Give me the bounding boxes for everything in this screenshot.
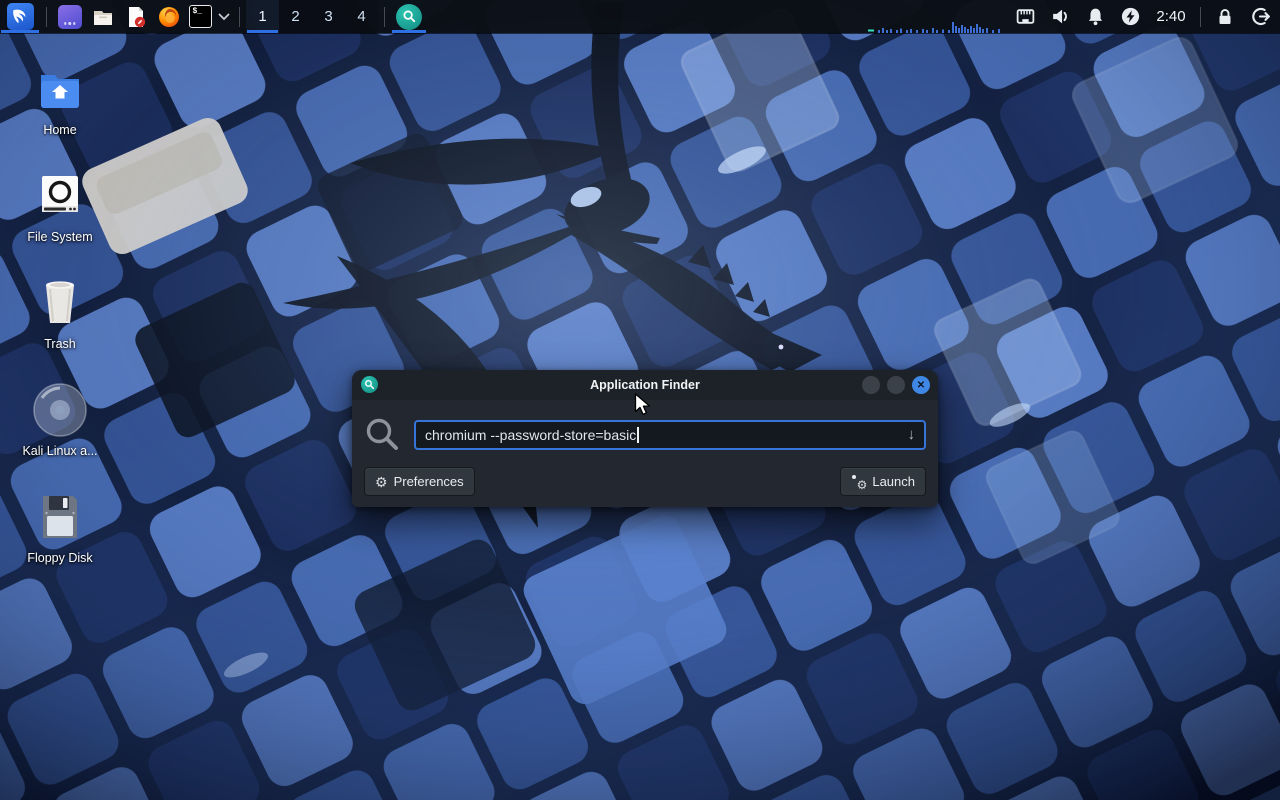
desktop-icon-column: Home File System [14, 56, 106, 591]
desktop-icon-label: Home [43, 123, 76, 137]
command-input-value: chromium --password-store=basic [425, 427, 636, 443]
lock-screen-button[interactable] [1207, 0, 1242, 33]
kali-logo-icon [7, 3, 34, 30]
desktop-icon-home[interactable]: Home [14, 56, 106, 163]
command-input[interactable]: chromium --password-store=basic ↓ [414, 420, 926, 450]
window-button-application-finder[interactable] [391, 0, 427, 33]
chevron-down-icon [218, 13, 230, 21]
notifications-tray-item[interactable] [1078, 0, 1113, 33]
app-window-icon [58, 5, 82, 29]
desktop-icon-label: Trash [44, 337, 76, 351]
desktop-icon-label: File System [27, 230, 92, 244]
firefox-icon [157, 5, 181, 29]
volume-tray-item[interactable] [1043, 0, 1078, 33]
search-icon [364, 416, 401, 453]
panel-separator [239, 7, 240, 27]
workspace-2[interactable]: 2 [279, 0, 312, 33]
launcher-text-editor[interactable] [119, 0, 152, 33]
close-button[interactable]: ✕ [912, 376, 930, 394]
desktop-icon-trash[interactable]: Trash [14, 270, 106, 377]
lock-icon [1215, 7, 1235, 27]
launcher-terminal[interactable]: $_ [185, 0, 215, 33]
desktop-icon-floppy-disk[interactable]: Floppy Disk [14, 484, 106, 591]
close-icon: ✕ [917, 380, 925, 391]
logout-icon [1251, 6, 1272, 27]
optical-disc-icon [32, 382, 88, 438]
volume-icon [1050, 6, 1071, 27]
desktop-icon-label: Kali Linux a... [22, 444, 97, 458]
application-finder-icon [396, 4, 422, 30]
terminal-dropdown-button[interactable] [215, 0, 233, 33]
preferences-button[interactable]: ⚙ Preferences [364, 467, 475, 496]
launch-button-label: Launch [872, 474, 915, 489]
folder-icon [91, 5, 115, 29]
floppy-disk-icon [38, 494, 82, 540]
power-bolt-icon [1120, 6, 1141, 27]
launch-button[interactable]: ⚙ Launch [840, 467, 926, 496]
trash-icon [39, 279, 81, 327]
panel-separator [1200, 7, 1201, 27]
power-manager-tray-item[interactable] [1113, 0, 1148, 33]
minimize-button[interactable] [862, 376, 880, 394]
ethernet-icon [1015, 6, 1036, 27]
gear-icon: ⚙ [375, 475, 388, 489]
launcher-file-manager[interactable] [86, 0, 119, 33]
panel-separator [384, 7, 385, 27]
home-folder-icon [37, 69, 83, 109]
hard-drive-icon [39, 174, 81, 218]
maximize-button[interactable] [887, 376, 905, 394]
workspace-4[interactable]: 4 [345, 0, 378, 33]
workspace-3[interactable]: 3 [312, 0, 345, 33]
text-editor-icon [124, 5, 148, 29]
workspace-1[interactable]: 1 [246, 0, 279, 33]
launcher-firefox[interactable] [152, 0, 185, 33]
desktop-icon-label: Floppy Disk [27, 551, 92, 565]
top-panel: $_ 1 2 3 4 [0, 0, 1280, 33]
terminal-icon: $_ [189, 5, 212, 28]
application-finder-window: Application Finder ✕ chromium --password… [352, 370, 938, 507]
dropdown-arrow-icon[interactable]: ↓ [908, 427, 916, 442]
system-monitor-graph[interactable] [866, 21, 1008, 33]
mouse-cursor [634, 393, 654, 417]
desktop-icon-file-system[interactable]: File System [14, 163, 106, 270]
desktop-screen: $_ 1 2 3 4 [0, 0, 1280, 800]
applications-menu-button[interactable] [0, 0, 40, 33]
launcher-app-window[interactable] [53, 0, 86, 33]
text-caret [637, 427, 639, 443]
logout-button[interactable] [1242, 0, 1280, 33]
clock[interactable]: 2:40 [1148, 0, 1194, 33]
desktop-icon-kali-linux-cd[interactable]: Kali Linux a... [14, 377, 106, 484]
preferences-button-label: Preferences [394, 474, 464, 489]
network-tray-item[interactable] [1008, 0, 1043, 33]
panel-separator [46, 7, 47, 27]
launch-icon: ⚙ [851, 474, 866, 489]
bell-icon [1085, 6, 1106, 27]
